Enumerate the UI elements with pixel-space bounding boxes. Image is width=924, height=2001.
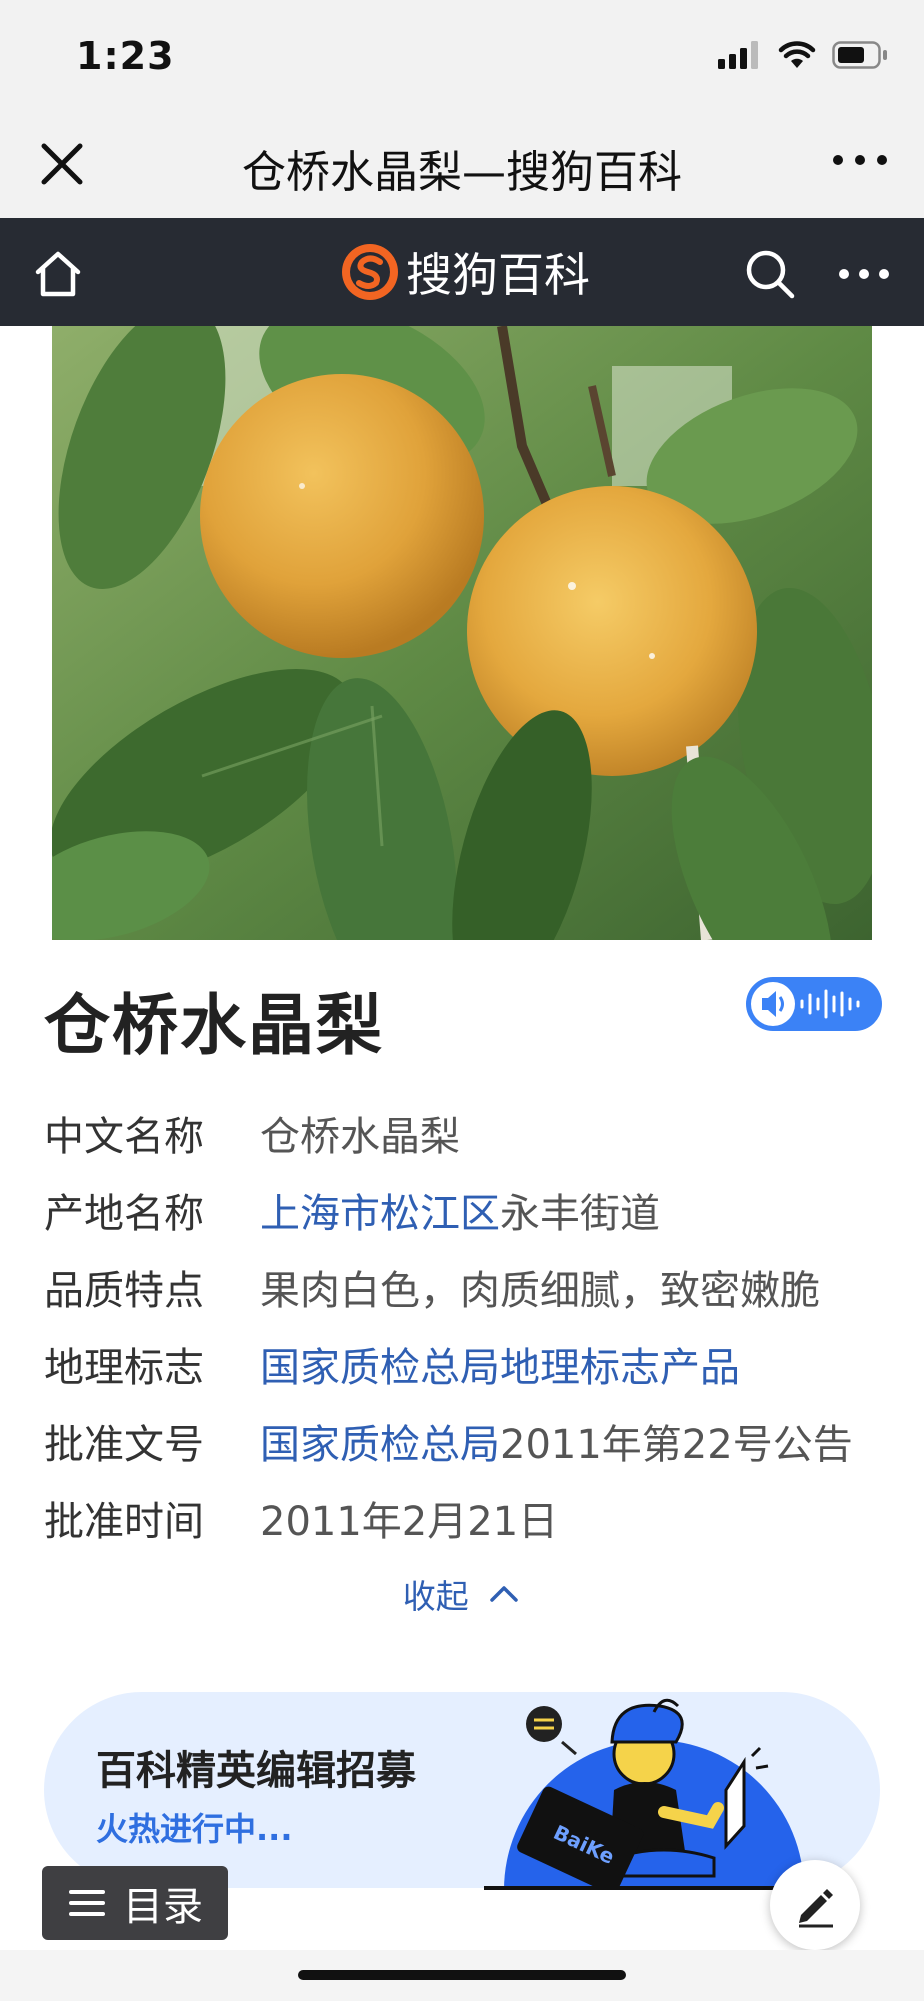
link-songjiang-district[interactable]: 上海市松江区: [260, 1191, 500, 1237]
banner-title: 百科精英编辑招募: [96, 1748, 416, 1794]
info-value-text: 永丰街道: [500, 1190, 660, 1237]
info-value: 2011年2月21日: [260, 1489, 558, 1547]
toc-button[interactable]: 目录: [42, 1866, 228, 1940]
info-key: 品质特点: [44, 1267, 204, 1314]
info-row-approval-no: 批准文号 国家质检总局2011年第22号公告: [44, 1402, 884, 1479]
home-indicator[interactable]: [298, 1970, 626, 1980]
info-row-chinese-name: 中文名称 仓桥水晶梨: [44, 1094, 884, 1171]
status-icons: [718, 40, 888, 70]
info-value: 国家质检总局2011年第22号公告: [260, 1412, 853, 1470]
info-value: 上海市松江区永丰街道: [260, 1181, 660, 1239]
info-table: 中文名称 仓桥水晶梨 产地名称 上海市松江区永丰街道 品质特点 果肉白色，肉质细…: [44, 1094, 884, 1556]
page-title: 仓桥水晶梨—搜狗百科: [242, 147, 682, 198]
menu-icon: [69, 1890, 105, 1916]
link-geo-mark-product[interactable]: 国家质检总局地理标志产品: [260, 1345, 740, 1391]
info-value-text: 仓桥水晶梨: [260, 1113, 460, 1160]
entry-image[interactable]: [52, 326, 872, 940]
chevron-up-icon: [490, 1586, 518, 1602]
link-aqsiq[interactable]: 国家质检总局: [260, 1422, 500, 1468]
home-icon[interactable]: [30, 246, 86, 302]
pencil-icon: [799, 1889, 833, 1928]
info-row-geo-mark: 地理标志 国家质检总局地理标志产品: [44, 1325, 884, 1402]
brand-logo[interactable]: 搜狗百科: [340, 240, 590, 304]
info-value: 果肉白色，肉质细腻，致密嫩脆: [260, 1258, 820, 1316]
info-row-quality: 品质特点 果肉白色，肉质细腻，致密嫩脆: [44, 1248, 884, 1325]
wechat-title-bar: 仓桥水晶梨—搜狗百科: [0, 108, 924, 218]
wifi-icon: [778, 41, 816, 68]
status-time: 1:23: [76, 34, 175, 78]
info-key: 中文名称: [44, 1113, 204, 1160]
toc-label: 目录: [123, 1884, 203, 1930]
entry-title: 仓桥水晶梨: [44, 987, 384, 1064]
more-icon[interactable]: [830, 140, 890, 180]
collapse-toggle[interactable]: 收起: [0, 1570, 924, 1618]
info-value-text: 果肉白色，肉质细腻，致密嫩脆: [260, 1267, 820, 1314]
audio-play-button[interactable]: [746, 977, 882, 1031]
search-icon[interactable]: [744, 248, 796, 300]
info-key: 批准文号: [44, 1421, 204, 1468]
info-key: 地理标志: [44, 1344, 204, 1391]
info-value: 国家质检总局地理标志产品: [260, 1335, 740, 1393]
signal-icon: [718, 41, 758, 69]
banner-subtitle: 火热进行中...: [96, 1810, 293, 1848]
info-row-approval-date: 批准时间 2011年2月21日: [44, 1479, 884, 1556]
info-key: 批准时间: [44, 1498, 204, 1545]
collapse-label: 收起: [402, 1577, 469, 1616]
sogou-logo-icon: [342, 244, 398, 300]
status-bar: 1:23: [0, 0, 924, 108]
edit-button[interactable]: [770, 1860, 860, 1950]
info-key: 产地名称: [44, 1190, 204, 1237]
more-icon[interactable]: [836, 254, 892, 294]
editor-recruit-banner[interactable]: 百科精英编辑招募 火热进行中... BaiKe: [44, 1692, 880, 1890]
info-row-origin: 产地名称 上海市松江区永丰街道: [44, 1171, 884, 1248]
info-value-text: 2011年2月21日: [260, 1498, 559, 1545]
speaker-icon: [751, 982, 860, 1026]
info-value: 仓桥水晶梨: [260, 1104, 460, 1162]
brand-text: 搜狗百科: [406, 248, 590, 302]
info-value-text: 2011年第22号公告: [500, 1421, 853, 1468]
editor-illustration: BaiKe: [484, 1698, 844, 1890]
site-nav: 搜狗百科: [0, 218, 924, 326]
battery-icon: [832, 41, 887, 69]
